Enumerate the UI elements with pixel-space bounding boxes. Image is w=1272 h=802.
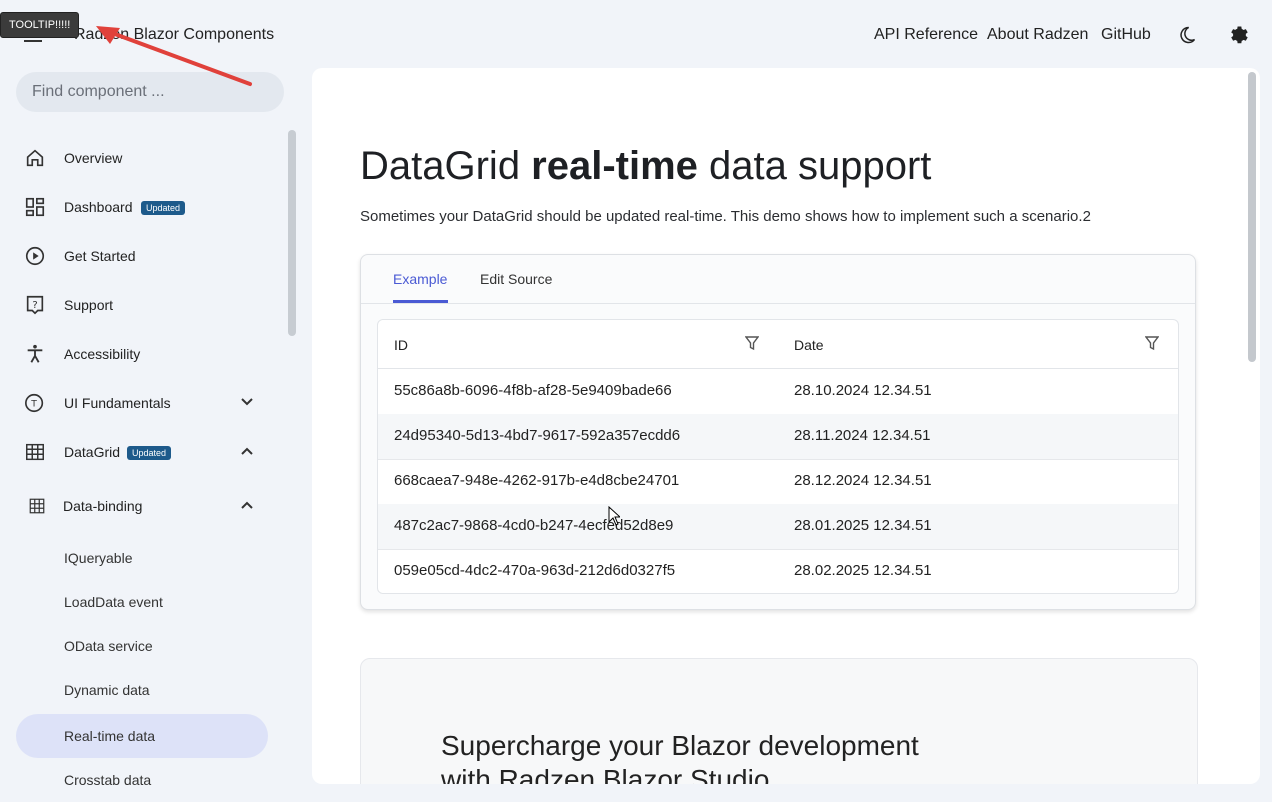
api-reference-link[interactable]: API Reference xyxy=(874,26,978,44)
chevron-down-icon[interactable] xyxy=(240,397,254,407)
cell-date: 28.12.2024 12.34.51 xyxy=(794,472,932,489)
tooltip: TOOLTIP!!!!! xyxy=(0,12,80,38)
mouse-cursor-icon xyxy=(608,506,620,526)
sidebar-item-support[interactable]: ? Support xyxy=(0,283,280,327)
main-content: DataGrid real-time data support Sometime… xyxy=(312,68,1260,784)
cell-id: 668caea7-948e-4262-917b-e4d8cbe24701 xyxy=(394,472,680,489)
sidebar-subitem-crosstab-data[interactable]: Crosstab data xyxy=(16,758,268,802)
sidebar-subitem-loaddata-event[interactable]: LoadData event xyxy=(16,580,268,624)
sidebar-item-label: Data-binding xyxy=(63,498,143,514)
filter-icon[interactable] xyxy=(745,336,759,351)
chevron-up-icon[interactable] xyxy=(240,500,254,510)
sidebar-subitem-label: Real-time data xyxy=(64,728,156,744)
github-link[interactable]: GitHub xyxy=(1101,26,1151,44)
sidebar-subitem-label: OData service xyxy=(64,638,153,654)
about-radzen-link[interactable]: About Radzen xyxy=(987,26,1088,44)
table-row[interactable]: 487c2ac7-9868-4cd0-b247-4ecfed52d8e9 28.… xyxy=(378,504,1178,550)
sidebar-subitem-label: Crosstab data xyxy=(64,772,152,788)
cell-date: 28.02.2025 12.34.51 xyxy=(794,562,932,579)
sidebar: Overview Dashboard Updated Get Started ?… xyxy=(0,68,300,797)
promo-banner: Supercharge your Blazor development with… xyxy=(360,658,1198,784)
cell-date: 28.11.2024 12.34.51 xyxy=(794,427,931,444)
table-row[interactable]: 55c86a8b-6096-4f8b-af28-5e9409bade66 28.… xyxy=(378,369,1178,415)
sidebar-item-label: UI Fundamentals xyxy=(64,395,171,411)
active-tab-indicator xyxy=(393,300,448,303)
cell-id: 487c2ac7-9868-4cd0-b247-4ecfed52d8e9 xyxy=(394,517,674,534)
text-icon: T xyxy=(25,393,44,413)
sidebar-subitem-iqueryable[interactable]: IQueryable xyxy=(16,536,268,580)
annotation-arrow xyxy=(96,26,252,86)
updated-badge: Updated xyxy=(141,201,186,215)
sidebar-item-label: DataGrid xyxy=(64,444,121,460)
example-card: Example Edit Source ID Date 55c86a8b-609… xyxy=(360,254,1196,610)
sidebar-subitem-label: IQueryable xyxy=(64,550,133,566)
updated-badge: Updated xyxy=(127,446,172,460)
cell-id: 059e05cd-4dc2-470a-963d-212d6d0327f5 xyxy=(394,562,676,579)
table-icon xyxy=(26,443,44,461)
table-row[interactable]: 668caea7-948e-4262-917b-e4d8cbe24701 28.… xyxy=(378,459,1178,505)
play-circle-icon xyxy=(25,246,45,266)
sidebar-subitem-dynamic-data[interactable]: Dynamic data xyxy=(16,668,268,712)
sidebar-subitem-real-time-data[interactable]: Real-time data xyxy=(16,714,268,758)
sidebar-item-ui-fundamentals[interactable]: T UI Fundamentals xyxy=(0,381,280,425)
svg-text:T: T xyxy=(30,399,37,410)
table-row[interactable]: 059e05cd-4dc2-470a-963d-212d6d0327f5 28.… xyxy=(378,549,1178,593)
dashboard-icon xyxy=(25,197,45,217)
filter-icon[interactable] xyxy=(1145,336,1159,351)
sidebar-item-dashboard[interactable]: Dashboard Updated xyxy=(0,185,280,229)
cell-id: 55c86a8b-6096-4f8b-af28-5e9409bade66 xyxy=(394,382,672,399)
chevron-up-icon[interactable] xyxy=(240,446,254,456)
sidebar-scrollbar[interactable] xyxy=(288,130,296,336)
sidebar-item-label: Get Started xyxy=(64,248,136,264)
moon-icon[interactable] xyxy=(1177,25,1197,45)
sidebar-item-data-binding[interactable]: Data-binding xyxy=(0,484,280,528)
grid-header: ID Date xyxy=(378,320,1178,369)
home-icon xyxy=(26,149,44,167)
sidebar-item-label: Dashboard xyxy=(64,199,133,215)
sidebar-subitem-label: LoadData event xyxy=(64,594,163,610)
svg-text:?: ? xyxy=(32,300,37,311)
column-header-date[interactable]: Date xyxy=(794,337,824,353)
help-icon: ? xyxy=(26,295,44,315)
main-scrollbar[interactable] xyxy=(1248,72,1256,362)
cell-id: 24d95340-5d13-4bd7-9617-592a357ecdd6 xyxy=(394,427,681,444)
sidebar-item-label: Overview xyxy=(64,150,123,166)
promo-title: Supercharge your Blazor development with… xyxy=(441,730,919,784)
accessibility-icon xyxy=(27,344,43,363)
table-row[interactable]: 24d95340-5d13-4bd7-9617-592a357ecdd6 28.… xyxy=(378,414,1178,460)
cell-date: 28.01.2025 12.34.51 xyxy=(794,517,932,534)
tab-example[interactable]: Example xyxy=(393,271,447,287)
sidebar-subitem-label: Dynamic data xyxy=(64,682,150,698)
tab-edit-source[interactable]: Edit Source xyxy=(480,271,552,287)
sidebar-item-overview[interactable]: Overview xyxy=(0,136,280,180)
page-title: DataGrid real-time data support xyxy=(360,144,932,188)
column-header-id[interactable]: ID xyxy=(394,337,408,353)
sidebar-item-datagrid[interactable]: DataGrid Updated xyxy=(0,430,280,474)
grid-icon xyxy=(29,498,45,514)
sidebar-item-label: Support xyxy=(64,297,114,313)
sidebar-item-accessibility[interactable]: Accessibility xyxy=(0,332,280,376)
sidebar-item-get-started[interactable]: Get Started xyxy=(0,234,280,278)
page-description: Sometimes your DataGrid should be update… xyxy=(360,208,1091,225)
sidebar-subitem-odata-service[interactable]: OData service xyxy=(16,624,268,668)
data-grid: ID Date 55c86a8b-6096-4f8b-af28-5e9409ba… xyxy=(377,319,1179,594)
tab-strip: Example Edit Source xyxy=(361,255,1195,304)
sidebar-item-label: Accessibility xyxy=(64,346,141,362)
gear-icon[interactable] xyxy=(1228,24,1250,46)
cell-date: 28.10.2024 12.34.51 xyxy=(794,382,932,399)
